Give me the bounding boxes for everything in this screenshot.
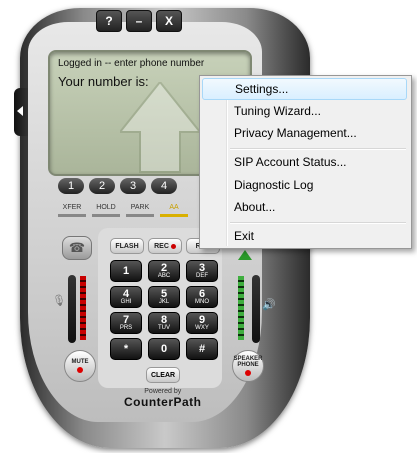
microphone-volume-slider[interactable]: [68, 275, 76, 343]
key-letters: ABC: [157, 272, 171, 279]
speaker-label-line2: PHONE: [237, 362, 259, 368]
clear-button[interactable]: CLEAR: [146, 367, 180, 383]
key-digit: 6: [198, 287, 206, 300]
expand-panel-tab[interactable]: [14, 88, 28, 136]
speaker-icon: 🔊: [262, 299, 276, 311]
help-button[interactable]: ?: [96, 10, 122, 32]
key-digit: 5: [160, 287, 168, 300]
brand-logo: Powered by CounterPath: [124, 388, 202, 409]
flash-label: FLASH: [115, 242, 139, 250]
key-letters: DEF: [196, 272, 208, 279]
key-digit: *: [123, 343, 129, 355]
menu-item-diagnostic-log[interactable]: Diagnostic Log: [202, 174, 407, 196]
dialpad-key[interactable]: 5 JKL: [148, 286, 180, 308]
flash-button[interactable]: FLASH: [110, 238, 144, 254]
auto-answer-button[interactable]: AA: [160, 204, 188, 217]
key-letters: WXY: [195, 324, 209, 331]
record-label: REC: [154, 242, 169, 250]
transfer-button[interactable]: XFER: [58, 204, 86, 217]
call-up-icon[interactable]: [238, 250, 252, 260]
minimize-button[interactable]: –: [126, 10, 152, 32]
menu-item-exit[interactable]: Exit: [202, 225, 407, 247]
dialpad-key[interactable]: 1: [110, 260, 142, 282]
login-status: Logged in -- enter phone number: [58, 58, 205, 69]
key-digit: 8: [160, 313, 168, 326]
mute-button[interactable]: MUTE: [64, 350, 96, 382]
close-button[interactable]: X: [156, 10, 182, 32]
speaker-indicator-icon: [245, 370, 251, 376]
menu-item-sip-account-status[interactable]: SIP Account Status...: [202, 151, 407, 173]
menu-item-privacy-management[interactable]: Privacy Management...: [202, 122, 407, 144]
mute-indicator-icon: [77, 367, 83, 373]
key-digit: 3: [198, 261, 206, 274]
dialpad-key[interactable]: 0: [148, 338, 180, 360]
handset-icon[interactable]: ☎: [62, 236, 92, 260]
speaker-volume-slider[interactable]: [252, 275, 260, 343]
dialpad-key[interactable]: 8 TUV: [148, 312, 180, 334]
dialpad-key[interactable]: 3 DEF: [186, 260, 218, 282]
menu-separator: [230, 148, 406, 150]
dialpad-key[interactable]: 2 ABC: [148, 260, 180, 282]
dialpad-key[interactable]: 6 MNO: [186, 286, 218, 308]
dialpad: 1 2 ABC 3 DEF 4 GHI 5 JKL 6 MNO 7 PRS 8 TUV 9 WX…: [110, 260, 218, 360]
key-digit: 1: [122, 265, 130, 277]
key-letters: GHI: [120, 298, 132, 305]
speaker-level-meter: [238, 276, 244, 340]
record-button[interactable]: REC: [148, 238, 182, 254]
line-button-4[interactable]: 4: [151, 178, 177, 194]
microphone-level-meter: [80, 276, 86, 340]
dialpad-key[interactable]: 7 PRS: [110, 312, 142, 334]
context-menu: Settings... Tuning Wizard... Privacy Man…: [199, 75, 412, 249]
dialpad-key[interactable]: 9 WXY: [186, 312, 218, 334]
menu-item-settings[interactable]: Settings...: [202, 78, 407, 100]
speakerphone-button[interactable]: SPEAKER PHONE: [232, 350, 264, 382]
line-button-1[interactable]: 1: [58, 178, 84, 194]
key-letters: MNO: [195, 298, 209, 305]
menu-separator: [230, 222, 406, 224]
key-letters: TUV: [158, 324, 170, 331]
function-buttons: XFER HOLD PARK AA: [58, 204, 188, 217]
microphone-icon: 🎙: [52, 295, 66, 307]
key-digit: 9: [198, 313, 206, 326]
dialpad-key[interactable]: *: [110, 338, 142, 360]
line-button-3[interactable]: 3: [120, 178, 146, 194]
dialpad-key[interactable]: 4 GHI: [110, 286, 142, 308]
line-button-2[interactable]: 2: [89, 178, 115, 194]
menu-item-about[interactable]: About...: [202, 196, 407, 218]
hold-button[interactable]: HOLD: [92, 204, 120, 217]
line-buttons: 1 2 3 4: [58, 178, 177, 194]
key-letters: JKL: [158, 298, 170, 305]
key-digit: #: [198, 343, 206, 355]
title-controls: ? – X: [96, 10, 182, 32]
park-button[interactable]: PARK: [126, 204, 154, 217]
key-letters: PRS: [119, 324, 133, 331]
key-digit: 2: [160, 261, 168, 274]
powered-by-text: Powered by: [144, 388, 182, 395]
key-digit: 0: [160, 343, 168, 355]
key-digit: 4: [122, 287, 130, 300]
chevron-left-icon: [17, 106, 23, 116]
menu-item-tuning-wizard[interactable]: Tuning Wizard...: [202, 100, 407, 122]
dialpad-key[interactable]: #: [186, 338, 218, 360]
brand-name: CounterPath: [124, 395, 202, 409]
record-dot-icon: [170, 243, 176, 249]
key-digit: 7: [122, 313, 130, 326]
mute-label: MUTE: [71, 359, 89, 365]
